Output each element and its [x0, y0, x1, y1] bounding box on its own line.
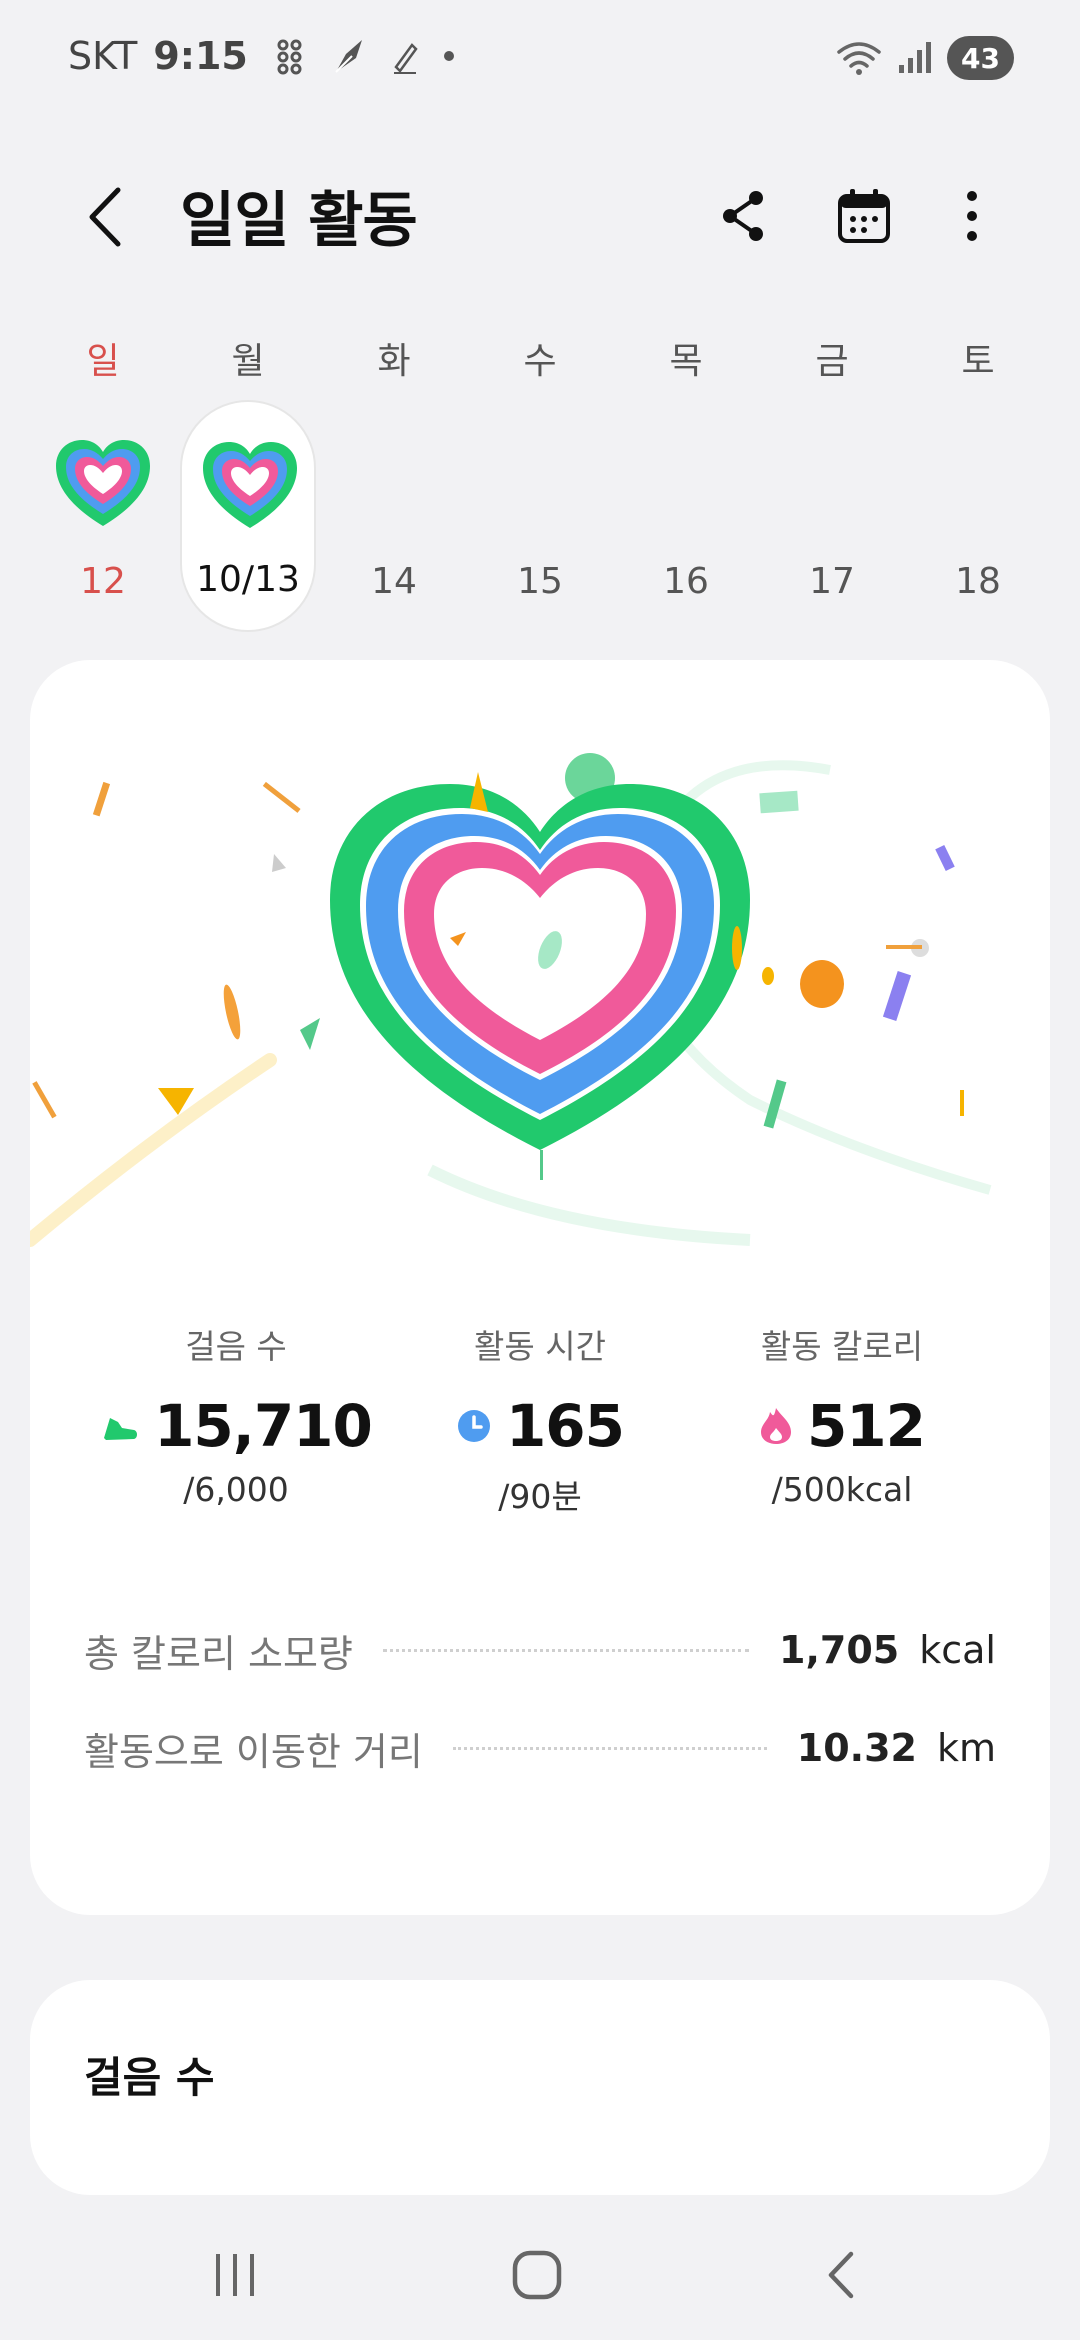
active-time-label: 활동 시간	[474, 1327, 606, 1366]
share-button[interactable]	[708, 180, 780, 252]
day-cell-12[interactable]: 12	[35, 400, 171, 632]
wifi-icon	[837, 42, 881, 75]
day-date: 18	[955, 561, 1001, 602]
day-date: 17	[809, 561, 855, 602]
activity-ring-heart-icon	[56, 440, 150, 526]
more-icon	[967, 191, 977, 241]
active-calories-stat[interactable]: 활동 칼로리 512 /500kcal	[682, 1320, 1002, 1509]
distance-value: 10.32	[796, 1726, 917, 1770]
activity-stats: 걸음 수 15,710 /6,000 활동 시간 165 /90분 활동 칼로리	[30, 1320, 1050, 1520]
distance-row: 활동으로 이동한 거리 10.32 km	[84, 1718, 996, 1778]
carrier-label: SKT	[68, 34, 138, 78]
dot-icon	[443, 51, 454, 61]
weekday-label: 수	[523, 341, 557, 382]
signal-icon	[899, 42, 932, 73]
back-icon	[89, 187, 121, 247]
weekday-label: 화	[377, 341, 411, 382]
day-cell-16[interactable]: 16	[618, 400, 754, 632]
day-cell-18[interactable]: 18	[910, 400, 1046, 632]
weekday-label: 목	[669, 341, 703, 382]
home-button[interactable]	[492, 2240, 582, 2310]
grid-app-icon	[277, 39, 302, 75]
shoe-icon	[104, 1418, 138, 1440]
day-date: 12	[80, 561, 126, 602]
active-calories-label: 활동 칼로리	[760, 1327, 924, 1366]
battery-indicator: 43	[947, 36, 1014, 80]
steps-value: 15,710	[154, 1392, 373, 1460]
day-date: 16	[663, 561, 709, 602]
recents-button[interactable]	[190, 2240, 280, 2310]
quill-icon	[335, 40, 362, 73]
share-icon	[723, 191, 763, 241]
active-time-stat[interactable]: 활동 시간 165 /90분	[380, 1320, 700, 1518]
day-cell-selected[interactable]: 10/13	[180, 400, 316, 632]
active-calories-goal: /500kcal	[771, 1470, 913, 1509]
back-nav-icon	[828, 2251, 854, 2299]
dotted-leader	[452, 1746, 767, 1750]
calendar-button[interactable]	[828, 180, 900, 252]
activity-ring-heart-icon	[203, 442, 297, 528]
steps-card[interactable]: 걸음 수	[30, 1980, 1050, 2195]
weekday-label: 일	[86, 341, 120, 382]
day-date: 14	[371, 561, 417, 602]
pen-icon	[393, 43, 418, 74]
day-cell-15[interactable]: 15	[472, 400, 608, 632]
dotted-leader	[382, 1648, 750, 1652]
celebration-heart-illustration	[30, 753, 992, 1247]
status-right: 43	[835, 36, 1014, 80]
app-header: 일일 활동	[0, 160, 1080, 270]
steps-goal: /6,000	[183, 1470, 289, 1509]
total-calories-value: 1,705	[779, 1628, 900, 1672]
active-calories-value: 512	[806, 1392, 926, 1460]
system-nav-bar	[0, 2210, 1080, 2340]
recents-icon	[216, 2254, 254, 2296]
home-icon	[512, 2250, 562, 2300]
total-calories-unit: kcal	[919, 1628, 996, 1672]
distance-label: 활동으로 이동한 거리	[84, 1729, 423, 1774]
flame-icon	[760, 1408, 791, 1444]
day-cell-17[interactable]: 17	[764, 400, 900, 632]
active-time-goal: /90분	[498, 1477, 582, 1516]
nav-back-button[interactable]	[796, 2240, 886, 2310]
steps-label: 걸음 수	[185, 1327, 287, 1366]
week-selector: 일 월 화 수 목 금 토 12 10/13 14 15 16 17 18	[0, 320, 1080, 650]
clock-time: 9:15	[153, 34, 248, 78]
day-date: 10/13	[196, 559, 300, 600]
day-date: 15	[517, 561, 563, 602]
calendar-icon	[838, 189, 890, 243]
weekday-label: 금	[815, 341, 849, 382]
day-cell-14[interactable]: 14	[326, 400, 462, 632]
total-calories-row: 총 칼로리 소모량 1,705 kcal	[84, 1620, 996, 1680]
page-title: 일일 활동	[180, 186, 418, 256]
status-bar: SKT 9:15 43	[0, 0, 1080, 118]
back-button[interactable]	[78, 182, 138, 252]
total-calories-label: 총 칼로리 소모량	[84, 1631, 353, 1676]
active-time-value: 165	[505, 1392, 625, 1460]
clock-icon	[457, 1410, 490, 1442]
more-options-button[interactable]	[936, 180, 1008, 252]
weekday-label: 월	[231, 341, 265, 382]
notification-icons	[276, 36, 456, 76]
steps-stat[interactable]: 걸음 수 15,710 /6,000	[76, 1320, 396, 1509]
daily-summary-card: 걸음 수 15,710 /6,000 활동 시간 165 /90분 활동 칼로리	[30, 660, 1050, 1915]
distance-unit: km	[936, 1726, 996, 1770]
weekday-label: 토	[961, 341, 995, 382]
steps-card-title: 걸음 수	[84, 2053, 215, 2102]
status-left: SKT 9:15	[68, 34, 456, 78]
